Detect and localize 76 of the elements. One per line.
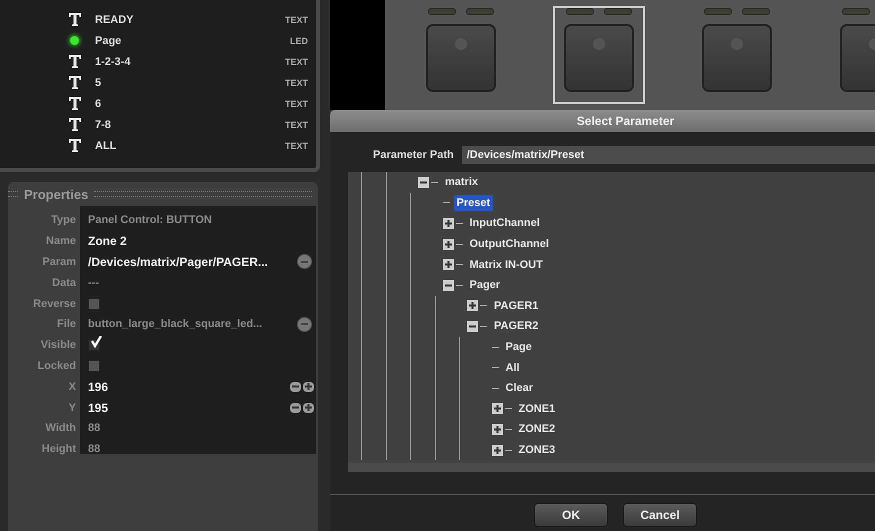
tree-item[interactable]: ZONE1	[516, 400, 558, 417]
checkbox[interactable]	[88, 339, 100, 352]
minus-icon	[292, 404, 299, 412]
dialog-title: Select Parameter	[330, 110, 875, 132]
tree-item[interactable]: Preset	[454, 194, 494, 211]
text-type-icon	[69, 139, 81, 152]
panel-title: Properties	[24, 186, 88, 202]
panel-button-drawing[interactable]	[553, 6, 645, 104]
tree-item[interactable]: ZONE2	[516, 421, 558, 438]
collapse-icon[interactable]	[467, 320, 478, 332]
tree-item[interactable]: PAGER1	[491, 298, 542, 314]
plus-icon	[305, 404, 312, 412]
collapse-icon[interactable]	[442, 280, 454, 291]
text-type-icon	[69, 13, 81, 26]
property-value[interactable]: /Devices/matrix/Pager/PAGER...	[88, 254, 268, 269]
plus-icon	[305, 383, 312, 390]
expand-icon[interactable]	[492, 444, 502, 456]
tree-item[interactable]: Pager	[466, 277, 504, 294]
tree-item[interactable]: OutputChannel	[466, 236, 552, 252]
tree-item[interactable]: PAGER2	[491, 318, 542, 334]
expand-icon[interactable]	[442, 259, 454, 270]
path-field[interactable]: /Devices/matrix/Preset	[462, 146, 875, 164]
collapse-icon[interactable]	[418, 176, 429, 188]
control-name[interactable]: READY	[95, 14, 285, 26]
property-label: Y	[68, 402, 76, 414]
tree-item[interactable]: ZONE3	[516, 442, 558, 458]
property-label: Visible	[40, 339, 76, 352]
property-label: Width	[44, 422, 76, 434]
property-value[interactable]: 195	[88, 400, 108, 415]
property-label: Param	[41, 256, 76, 268]
control-name[interactable]: 7-8	[95, 118, 285, 130]
property-value[interactable]: 196	[88, 380, 108, 394]
tree-item[interactable]: Matrix IN-OUT	[466, 256, 546, 273]
cancel-button[interactable]: Cancel	[623, 503, 697, 527]
tree-item[interactable]: Clear	[502, 380, 536, 396]
control-type: TEXT	[284, 98, 308, 108]
property-value[interactable]: Zone 2	[88, 234, 127, 248]
text-type-icon	[69, 55, 81, 68]
property-label: Data	[51, 276, 76, 289]
path-label: Parameter Path	[373, 149, 454, 161]
expand-icon[interactable]	[442, 218, 454, 229]
control-type: TEXT	[284, 120, 308, 130]
expand-icon[interactable]	[467, 300, 478, 312]
property-label: Type	[50, 214, 76, 226]
control-name[interactable]: Page	[95, 34, 290, 46]
horizontal-scrollbar[interactable]	[348, 463, 875, 472]
control-type: LED	[290, 36, 308, 46]
control-name[interactable]: 5	[95, 76, 285, 88]
checkbox[interactable]	[88, 298, 100, 310]
control-type: TEXT	[284, 140, 308, 150]
tree-item[interactable]: Page	[502, 339, 535, 356]
control-name[interactable]: 1-2-3-4	[95, 56, 285, 68]
expand-icon[interactable]	[492, 403, 502, 414]
control-type: TEXT	[284, 56, 308, 66]
control-name[interactable]: ALL	[95, 140, 285, 152]
control-name[interactable]: 6	[95, 98, 285, 110]
expand-icon[interactable]	[442, 238, 454, 250]
property-label: X	[68, 380, 76, 393]
checkbox[interactable]	[88, 360, 100, 372]
property-label: Height	[40, 443, 76, 456]
property-label: Reverse	[32, 298, 76, 310]
property-label: Locked	[36, 360, 76, 372]
text-type-icon	[69, 97, 81, 110]
ok-button[interactable]: OK	[534, 503, 608, 527]
control-type: TEXT	[284, 14, 308, 24]
led-icon	[70, 36, 79, 45]
tree-item[interactable]: All	[502, 360, 523, 376]
tree-item[interactable]: matrix	[442, 174, 482, 190]
text-type-icon	[69, 118, 81, 131]
property-label: File	[56, 318, 76, 330]
tree-item[interactable]: InputChannel	[466, 215, 543, 232]
minus-icon	[292, 383, 299, 390]
text-type-icon	[69, 76, 81, 89]
expand-icon[interactable]	[492, 424, 502, 435]
property-label: Name	[45, 235, 76, 248]
control-type: TEXT	[284, 78, 308, 88]
